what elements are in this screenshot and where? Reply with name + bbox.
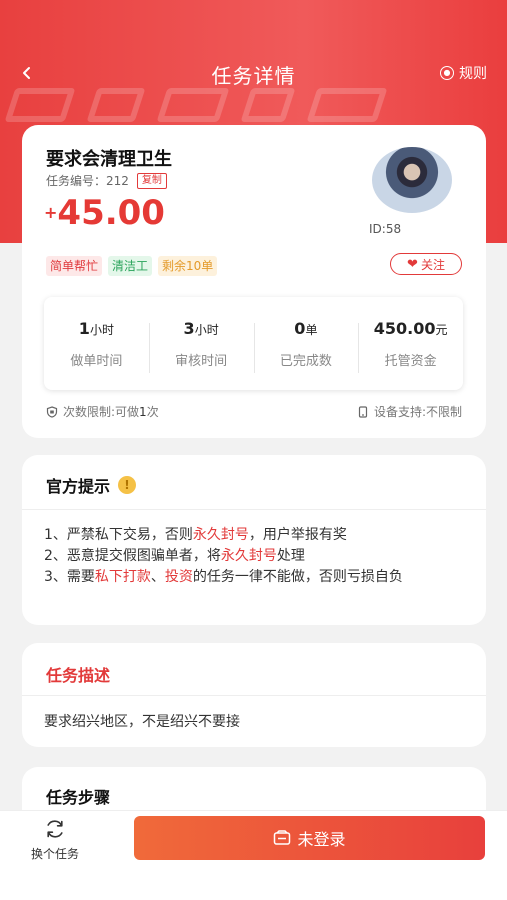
notice-list: 1、严禁私下交易，否则永久封号，用户举报有奖 2、恶意提交假图骗单者，将永久封号… [44,525,464,588]
stat-escrow: 450.00元 托管资金 [358,318,463,373]
stat-unit: 小时 [89,322,114,337]
login-button[interactable]: 未登录 [134,816,485,860]
reward-amount: +45.00 [44,193,165,233]
stat-review-time: 3小时 审核时间 [148,318,254,373]
follow-label: 关注 [420,257,445,272]
divider [22,695,486,696]
notice-title-row: 官方提示 ! [46,473,137,497]
device-row: 设备支持:不限制 [357,403,462,420]
phone-icon [358,405,368,418]
stat-unit: 元 [435,322,448,337]
notice-highlight: 永久封号 [192,527,249,543]
stat-label: 已完成数 [279,353,332,369]
rules-button[interactable]: ● 规则 [440,63,487,83]
task-id: 任务编号：212 [46,174,129,188]
back-button[interactable] [14,60,40,86]
chevron-left-icon [23,67,30,79]
notice-text: 的任务一律不能做，否则亏损自负 [192,569,403,585]
reward-prefix: + [44,203,58,222]
official-notice-card: 官方提示 ! 1、严禁私下交易，否则永久封号，用户举报有奖 2、恶意提交假图骗单… [22,455,486,625]
tag-type: 清洁工 [108,256,153,276]
follow-button[interactable]: ❤ 关注 [390,253,462,275]
divider [22,509,486,510]
stat-work-time: 1小时 做单时间 [44,319,149,369]
stat-value: 0 [294,318,306,338]
stat-value: 1 [78,318,90,338]
task-stats: 1小时 做单时间 3小时 审核时间 0单 已完成数 450.00元 托管资金 [44,297,463,390]
description-text: 要求绍兴地区，不是绍兴不要接 [44,714,240,730]
tag-remaining: 剩余10单 [158,256,218,276]
notice-line-3: 3、需要私下打款、投资的任务一律不能做，否则亏损自负 [44,567,464,588]
description-title: 任务描述 [46,666,111,685]
avatar[interactable] [372,147,452,213]
shield-icon [46,405,58,418]
notice-highlight: 投资 [164,569,193,585]
notice-text: 3、需要 [44,569,95,585]
top-navbar: 任务详情 ● 规则 [0,52,507,96]
notice-title: 官方提示 [46,477,111,496]
task-description-card: 任务描述 要求绍兴地区，不是绍兴不要接 [22,643,486,747]
rules-label: 规则 [459,66,487,82]
stat-completed: 0单 已完成数 [253,318,359,373]
limit-suffix: 次 [146,405,159,419]
warning-icon: ! [118,476,137,494]
stat-value: 450.00 [373,318,436,338]
stat-label: 托管资金 [384,353,437,369]
task-title: 要求会清理卫生 [46,149,172,170]
task-id-row: 任务编号：212 复制 [46,172,167,189]
stat-unit: 单 [305,322,318,337]
stat-value: 3 [183,318,195,338]
limit-prefix: 次数限制:可做 [63,405,140,419]
switch-task-button[interactable]: 换个任务 [18,817,92,862]
notice-highlight: 永久封号 [220,548,277,564]
copy-button[interactable]: 复制 [136,172,167,189]
login-label: 未登录 [297,830,346,849]
refresh-icon [47,820,63,838]
publisher-id: ID:58 [369,222,402,236]
wallet-icon [274,830,291,845]
task-tags: 简单帮忙 清洁工 剩余10单 [46,256,223,276]
notice-text: 2、恶意提交假图骗单者，将 [44,548,221,564]
notice-highlight: 私下打款 [94,569,151,585]
notice-text: ，用户举报有奖 [248,527,347,543]
rules-icon: ● [440,66,454,80]
heart-icon: ❤ [407,256,418,272]
reward-value: 45.00 [57,193,165,233]
bottom-action-bar: 换个任务 未登录 [0,810,507,900]
steps-title: 任务步骤 [46,788,111,807]
switch-task-label: 换个任务 [30,847,79,861]
notice-line-2: 2、恶意提交假图骗单者，将永久封号处理 [44,546,464,567]
limit-count: 1 [139,404,147,419]
notice-text: 、 [150,569,165,585]
stat-label: 做单时间 [70,353,123,369]
limit-row: 次数限制:可做 1 次 [46,403,159,420]
stat-label: 审核时间 [175,353,228,369]
notice-text: 1、严禁私下交易，否则 [44,527,193,543]
notice-text: 处理 [276,548,305,564]
tag-category: 简单帮忙 [46,256,103,276]
notice-line-1: 1、严禁私下交易，否则永久封号，用户举报有奖 [44,525,464,546]
stat-unit: 小时 [194,322,219,337]
task-summary-card: 要求会清理卫生 任务编号：212 复制 +45.00 ID:58 简单帮忙 清洁… [22,125,486,438]
page-title: 任务详情 [211,63,296,88]
device-label: 设备支持:不限制 [373,405,462,419]
